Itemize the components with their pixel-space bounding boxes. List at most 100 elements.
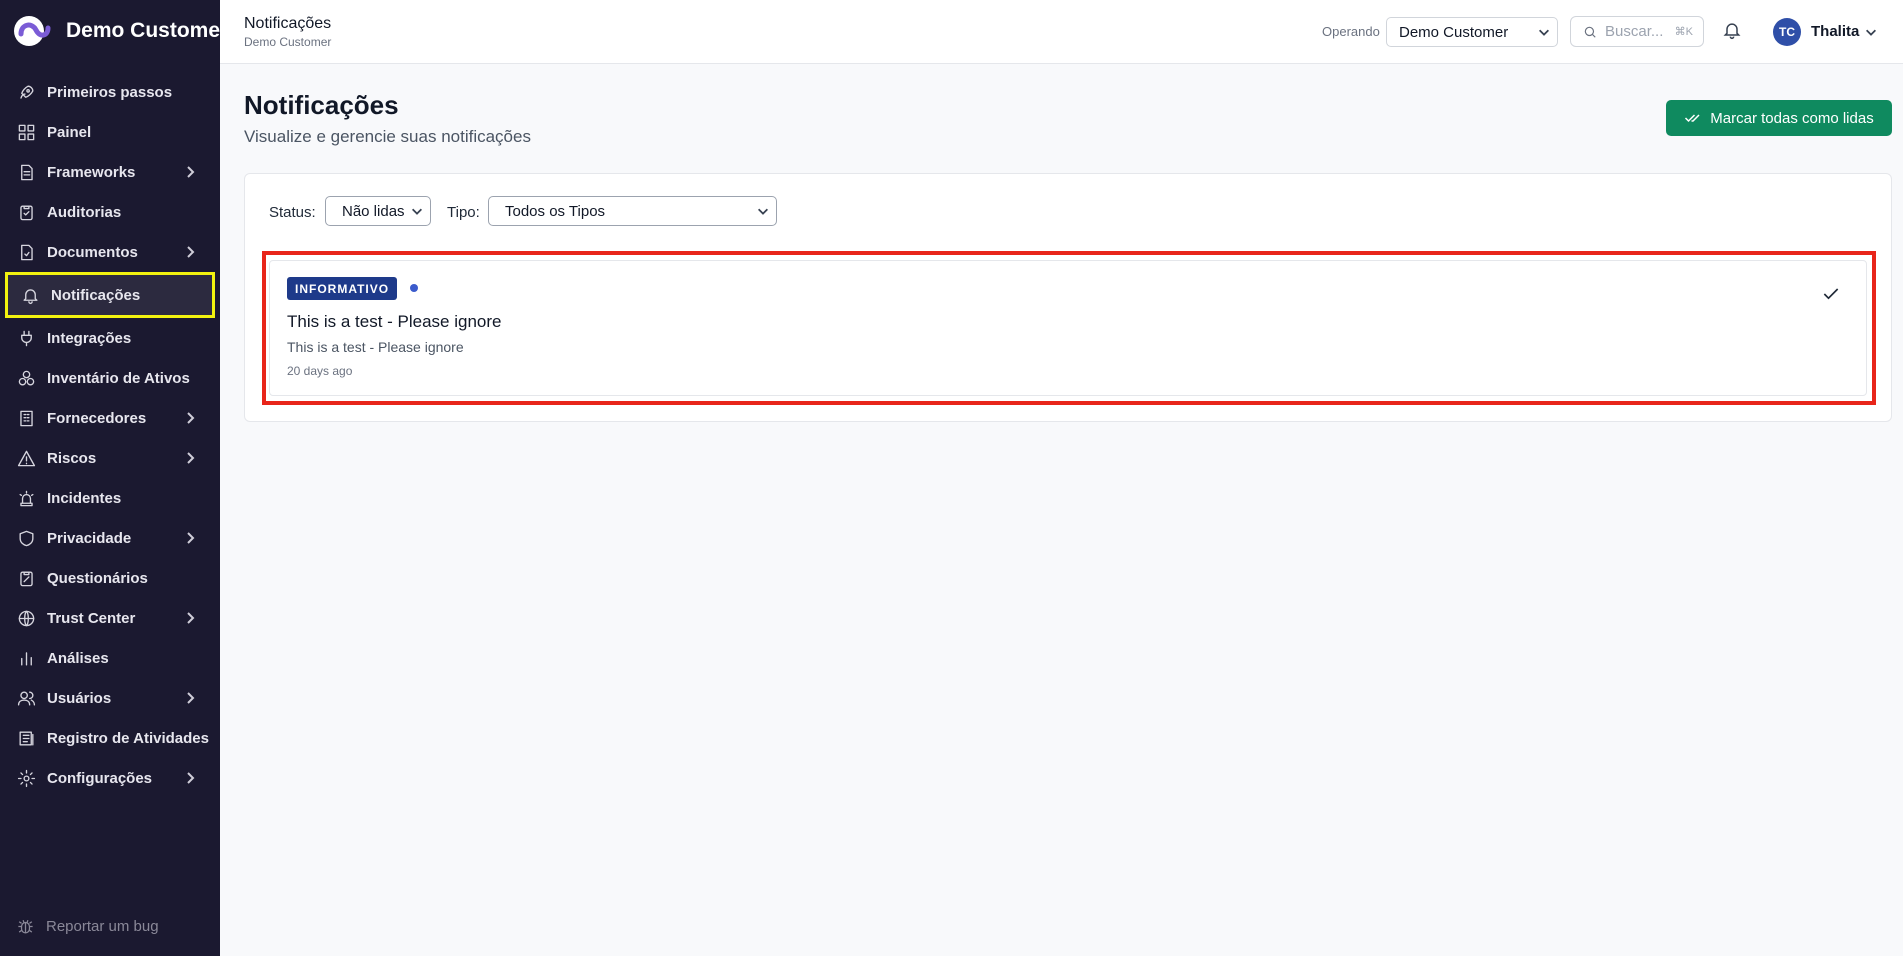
chevron-right-icon: [182, 530, 198, 546]
document-icon: [16, 162, 36, 182]
sidebar-item-registro-atividades[interactable]: Registro de Atividades: [0, 718, 220, 758]
chevron-right-icon: [182, 770, 198, 786]
notification-title: This is a test - Please ignore: [287, 312, 502, 331]
sidebar-item-analises[interactable]: Análises: [0, 638, 220, 678]
questionnaire-icon: [16, 568, 36, 588]
sidebar-item-primeiros-passos[interactable]: Primeiros passos: [0, 72, 220, 112]
customer-select[interactable]: Demo Customer: [1386, 17, 1558, 47]
bar-chart-icon: [16, 648, 36, 668]
report-bug-link[interactable]: Reportar um bug: [16, 917, 159, 936]
tipo-filter-value: Todos os Tipos: [505, 202, 606, 220]
sidebar-item-label: Configurações: [47, 769, 153, 787]
sidebar-item-label: Incidentes: [47, 489, 122, 507]
brand-logo-icon: [12, 13, 58, 49]
notification-type-badge: INFORMATIVO: [287, 277, 398, 300]
sidebar-item-label: Usuários: [47, 689, 112, 707]
header-subtitle: Demo Customer: [244, 35, 332, 49]
gear-icon: [16, 768, 36, 788]
search-icon: [1584, 26, 1596, 38]
sidebar-nav: Primeiros passos Painel Frameworks Audit…: [0, 72, 220, 798]
sidebar-item-trust-center[interactable]: Trust Center: [0, 598, 220, 638]
sidebar-item-label: Inventário de Ativos: [47, 369, 190, 387]
boxes-icon: [16, 368, 36, 388]
sidebar-item-label: Trust Center: [47, 609, 136, 627]
sidebar-item-label: Notificações: [51, 286, 141, 304]
chevron-down-icon: [1537, 25, 1551, 39]
status-filter-value: Não lidas: [342, 202, 405, 220]
sidebar-item-auditorias[interactable]: Auditorias: [0, 192, 220, 232]
chevron-right-icon: [182, 690, 198, 706]
tipo-filter-select[interactable]: Todos os Tipos: [488, 196, 777, 226]
chevron-right-icon: [182, 410, 198, 426]
brand[interactable]: Demo Customer: [0, 0, 220, 62]
notification-message: This is a test - Please ignore: [287, 339, 464, 355]
sidebar-item-questionarios[interactable]: Questionários: [0, 558, 220, 598]
unread-indicator: [410, 284, 418, 292]
sidebar-item-configuracoes[interactable]: Configurações: [0, 758, 220, 798]
chevron-right-icon: [182, 244, 198, 260]
sidebar-item-riscos[interactable]: Riscos: [0, 438, 220, 478]
plug-icon: [16, 328, 36, 348]
status-filter-select[interactable]: Não lidas: [325, 196, 431, 226]
clipboard-check-icon: [16, 202, 36, 222]
sidebar-item-notificacoes[interactable]: Notificações: [5, 272, 215, 318]
sidebar-item-label: Auditorias: [47, 203, 122, 221]
shield-icon: [16, 528, 36, 548]
sidebar-item-label: Análises: [47, 649, 109, 667]
sidebar-item-label: Primeiros passos: [47, 83, 173, 101]
chevron-right-icon: [182, 610, 198, 626]
sidebar-item-label: Questionários: [47, 569, 148, 587]
tipo-filter-label: Tipo:: [447, 204, 480, 221]
sidebar: Demo Customer Primeiros passos Painel Fr…: [0, 0, 220, 956]
chevron-right-icon: [182, 164, 198, 180]
bell-icon: [1723, 23, 1741, 40]
sidebar-item-label: Frameworks: [47, 163, 136, 181]
building-icon: [16, 408, 36, 428]
notification-card[interactable]: INFORMATIVO This is a test - Please igno…: [269, 260, 1867, 396]
sidebar-item-privacidade[interactable]: Privacidade: [0, 518, 220, 558]
users-icon: [16, 688, 36, 708]
notifications-button[interactable]: [1722, 20, 1746, 44]
search-input[interactable]: Buscar... ⌘K: [1570, 16, 1704, 47]
dashboard-icon: [16, 122, 36, 142]
chevron-right-icon: [182, 450, 198, 466]
report-bug-label: Reportar um bug: [46, 918, 159, 935]
sidebar-item-usuarios[interactable]: Usuários: [0, 678, 220, 718]
sidebar-item-integracoes[interactable]: Integrações: [0, 318, 220, 358]
sidebar-item-frameworks[interactable]: Frameworks: [0, 152, 220, 192]
customer-select-value: Demo Customer: [1399, 23, 1509, 41]
chevron-down-icon: [410, 204, 424, 222]
warning-icon: [16, 448, 36, 468]
bell-icon: [20, 285, 40, 305]
log-icon: [16, 728, 36, 748]
mark-as-read-check-icon[interactable]: [1821, 284, 1843, 306]
mark-all-read-label: Marcar todas como lidas: [1710, 109, 1874, 127]
sidebar-item-label: Integrações: [47, 329, 132, 347]
search-placeholder: Buscar...: [1605, 23, 1664, 40]
double-check-icon: [1685, 114, 1700, 123]
bug-icon: [16, 917, 35, 936]
sidebar-item-documentos[interactable]: Documentos: [0, 232, 220, 272]
brand-name: Demo Customer: [66, 19, 220, 42]
sidebar-item-label: Fornecedores: [47, 409, 147, 427]
rocket-icon: [16, 82, 36, 102]
page-title: Notificações: [244, 90, 399, 120]
top-header: Notificações Demo Customer Operando Demo…: [220, 0, 1903, 64]
sidebar-item-label: Painel: [47, 123, 92, 141]
user-name[interactable]: Thalita: [1811, 23, 1859, 40]
mark-all-read-button[interactable]: Marcar todas como lidas: [1666, 100, 1892, 136]
page-subtitle: Visualize e gerencie suas notificações: [244, 127, 531, 146]
avatar[interactable]: TC: [1773, 18, 1801, 46]
sidebar-item-incidentes[interactable]: Incidentes: [0, 478, 220, 518]
status-filter-label: Status:: [269, 204, 316, 221]
sidebar-item-painel[interactable]: Painel: [0, 112, 220, 152]
header-title: Notificações: [244, 15, 332, 32]
chevron-down-icon[interactable]: [1864, 25, 1878, 39]
chevron-down-icon: [756, 204, 770, 222]
sidebar-item-label: Riscos: [47, 449, 97, 467]
siren-icon: [16, 488, 36, 508]
sidebar-item-label: Documentos: [47, 243, 138, 261]
sidebar-item-inventario[interactable]: Inventário de Ativos: [0, 358, 220, 398]
sidebar-item-fornecedores[interactable]: Fornecedores: [0, 398, 220, 438]
operando-label: Operando: [1322, 24, 1380, 39]
